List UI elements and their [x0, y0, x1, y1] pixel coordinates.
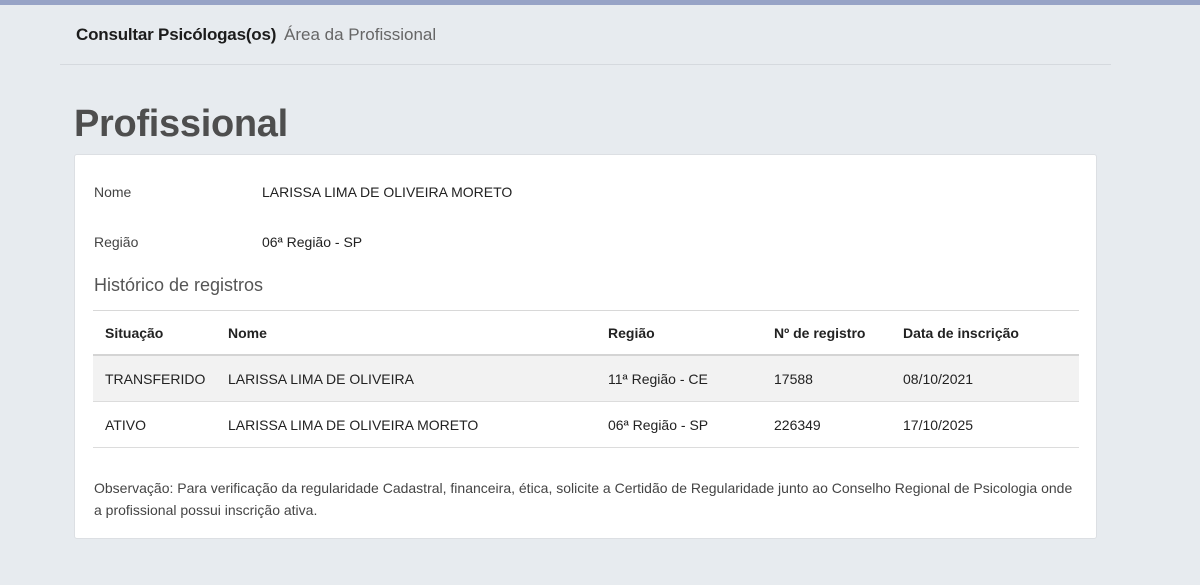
nav-consultar-psicologas[interactable]: Consultar Psicólogas(os) [76, 25, 276, 45]
table-row: TRANSFERIDO LARISSA LIMA DE OLIVEIRA 11ª… [93, 356, 1079, 402]
region-label: Região [94, 234, 139, 250]
cell-regiao: 06ª Região - SP [608, 416, 709, 433]
name-value: LARISSA LIMA DE OLIVEIRA MORETO [262, 184, 513, 200]
column-header-nome: Nome [228, 324, 267, 341]
cell-situacao: ATIVO [105, 416, 146, 433]
history-table: Situação Nome Região Nº de registro Data… [93, 310, 1079, 448]
name-label: Nome [94, 184, 132, 200]
page-title: Profissional [74, 103, 288, 145]
column-header-data-inscricao: Data de inscrição [903, 324, 1019, 341]
history-section-title: Histórico de registros [94, 275, 264, 295]
cell-regiao: 11ª Região - CE [608, 370, 708, 387]
cell-data-inscricao: 17/10/2025 [903, 416, 974, 433]
top-navigation: Consultar Psicólogas(os) Área da Profiss… [60, 5, 1111, 65]
nav-area-profissional[interactable]: Área da Profissional [284, 25, 436, 45]
cell-nome: LARISSA LIMA DE OLIVEIRA [228, 370, 414, 387]
column-header-registro: Nº de registro [774, 324, 866, 341]
profile-card: Nome LARISSA LIMA DE OLIVEIRA MORETO Reg… [74, 154, 1097, 539]
column-header-regiao: Região [608, 324, 655, 341]
cell-situacao: TRANSFERIDO [105, 370, 206, 387]
cell-registro: 226349 [774, 416, 821, 433]
table-header-row: Situação Nome Região Nº de registro Data… [93, 311, 1079, 356]
column-header-situacao: Situação [105, 324, 164, 341]
observation-note: Observação: Para verificação da regulari… [94, 480, 1073, 518]
cell-nome: LARISSA LIMA DE OLIVEIRA MORETO [228, 416, 479, 433]
cell-registro: 17588 [774, 370, 813, 387]
cell-data-inscricao: 08/10/2021 [903, 370, 974, 387]
table-row: ATIVO LARISSA LIMA DE OLIVEIRA MORETO 06… [93, 402, 1079, 448]
region-value: 06ª Região - SP [262, 234, 363, 250]
